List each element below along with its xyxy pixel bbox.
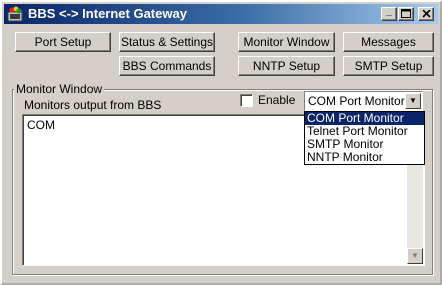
monitor-subtitle: Monitors output from BBS — [24, 98, 162, 112]
dropdown-arrow-button[interactable]: ▼ — [405, 93, 421, 109]
enable-label[interactable]: Enable — [258, 93, 295, 107]
monitor-select-value: COM Port Monitor — [308, 94, 405, 108]
bbs-commands-button[interactable]: BBS Commands — [119, 56, 215, 76]
messages-button[interactable]: Messages — [343, 32, 434, 52]
maximize-button[interactable] — [398, 7, 414, 21]
monitor-select[interactable]: COM Port Monitor ▼ — [304, 91, 423, 111]
scroll-down-button[interactable]: ▼ — [407, 248, 423, 264]
bbs-app-icon — [7, 6, 23, 22]
monitor-window-button[interactable]: Monitor Window — [238, 32, 335, 52]
smtp-setup-button[interactable]: SMTP Setup — [343, 56, 434, 76]
monitor-dropdown-list: COM Port Monitor Telnet Port Monitor SMT… — [304, 111, 425, 165]
nntp-setup-button[interactable]: NNTP Setup — [238, 56, 335, 76]
close-icon — [421, 9, 431, 18]
minimize-button[interactable]: _ — [381, 6, 397, 21]
close-button[interactable] — [418, 7, 434, 21]
monitor-output-text: COM — [27, 118, 55, 132]
status-settings-button[interactable]: Status & Settings — [119, 32, 215, 52]
title-bar[interactable]: BBS <-> Internet Gateway _ — [4, 4, 438, 24]
window-title: BBS <-> Internet Gateway — [28, 6, 187, 21]
minimize-icon: _ — [386, 6, 392, 17]
port-setup-button[interactable]: Port Setup — [15, 32, 111, 52]
chevron-down-icon: ▼ — [409, 96, 417, 105]
monitor-group-title: Monitor Window — [14, 82, 105, 96]
main-window: BBS <-> Internet Gateway _ Port Setup St… — [0, 0, 442, 285]
dropdown-option-nntp[interactable]: NNTP Monitor — [305, 151, 424, 164]
enable-checkbox[interactable] — [240, 94, 253, 107]
maximize-icon — [401, 9, 411, 18]
scroll-down-icon: ▼ — [411, 251, 419, 260]
